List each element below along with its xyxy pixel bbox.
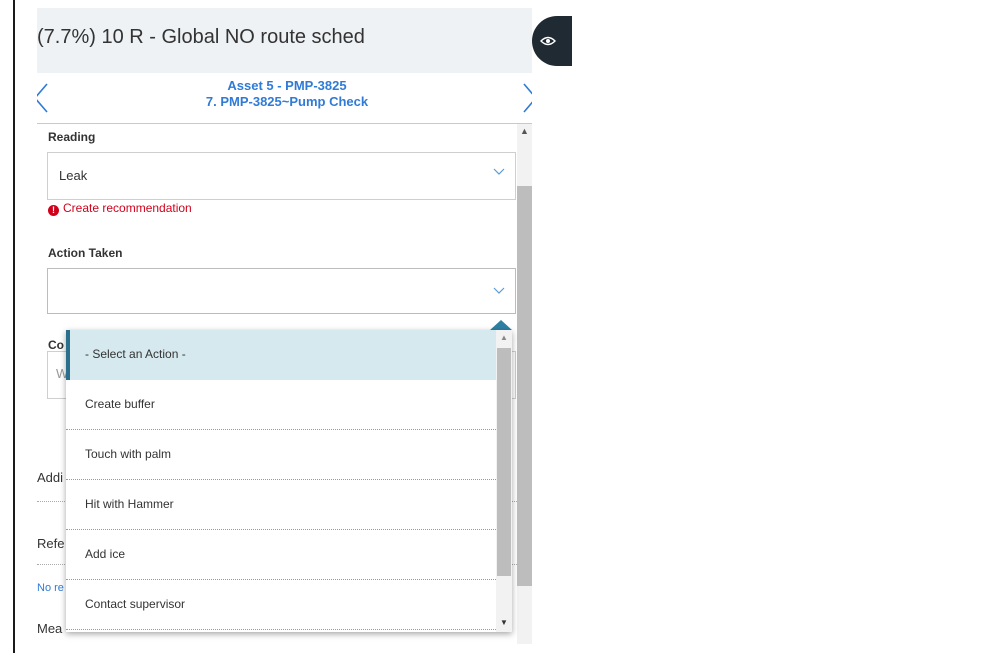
dropdown-scroll-up-arrow[interactable]: ▲ (500, 333, 508, 342)
chevron-right-icon (523, 83, 532, 113)
form-scroll-thumb[interactable] (517, 186, 532, 586)
dropdown-caret (490, 320, 512, 330)
route-title: (7.7%) 10 R - Global NO route sched (37, 26, 365, 48)
form-scrollbar[interactable]: ▲ (517, 124, 532, 644)
dropdown-option[interactable]: Touch with palm (66, 430, 496, 480)
dropdown-option[interactable]: - Select an Action - (66, 330, 496, 380)
dropdown-option[interactable]: Hit with Hammer (66, 480, 496, 530)
action-taken-select[interactable] (47, 268, 516, 314)
warning-text: Create recommendation (63, 201, 192, 215)
dropdown-option[interactable]: Contact supervisor (66, 580, 496, 630)
dropdown-option[interactable]: Create buffer (66, 380, 496, 430)
dropdown-scroll-thumb[interactable] (497, 348, 511, 576)
reading-select[interactable]: Leak (47, 152, 516, 200)
comment-label: Co (48, 338, 64, 352)
asset-name: Asset 5 - PMP-3825 (227, 78, 347, 93)
action-dropdown-list: - Select an Action - Create buffer Touch w… (66, 330, 512, 632)
dropdown-scroll-down-arrow[interactable]: ▼ (500, 618, 508, 627)
chevron-down-icon (493, 168, 505, 175)
no-reference-link[interactable]: No re (37, 582, 64, 594)
eye-icon (540, 36, 556, 46)
route-header: (7.7%) 10 R - Global NO route sched (37, 8, 532, 73)
action-taken-label: Action Taken (48, 246, 123, 260)
dropdown-option[interactable]: Add ice (66, 530, 496, 580)
recommendation-warning: ! Create recommendation (48, 201, 192, 216)
reference-section-label: Refe (37, 536, 65, 551)
dropdown-option-label: Create buffer (85, 397, 155, 411)
dropdown-option-label: - Select an Action - (85, 347, 186, 361)
dropdown-option-label: Contact supervisor (85, 597, 186, 611)
reading-value: Leak (59, 168, 88, 183)
asset-step-title: Asset 5 - PMP-3825 7. PMP-3825~Pump Chec… (37, 78, 532, 110)
scroll-up-arrow[interactable]: ▲ (520, 126, 529, 136)
chevron-down-icon (493, 287, 505, 294)
measurement-section-label: Mea (37, 621, 63, 636)
dropdown-option-label: Touch with palm (85, 447, 172, 461)
next-step-button[interactable] (519, 81, 532, 115)
alert-icon: ! (48, 205, 59, 216)
reading-label: Reading (48, 130, 96, 144)
action-options: - Select an Action - Create buffer Touch w… (66, 330, 496, 630)
dropdown-scrollbar[interactable]: ▲ ▼ (496, 330, 512, 632)
additional-section-label: Addi (37, 470, 64, 485)
view-toggle-button[interactable] (532, 16, 572, 66)
dropdown-option-label: Add ice (85, 547, 126, 561)
dropdown-option-label: Hit with Hammer (85, 497, 174, 511)
asset-navigation: Asset 5 - PMP-3825 7. PMP-3825~Pump Chec… (37, 73, 532, 124)
step-name: 7. PMP-3825~Pump Check (205, 94, 369, 109)
left-divider (13, 0, 15, 653)
